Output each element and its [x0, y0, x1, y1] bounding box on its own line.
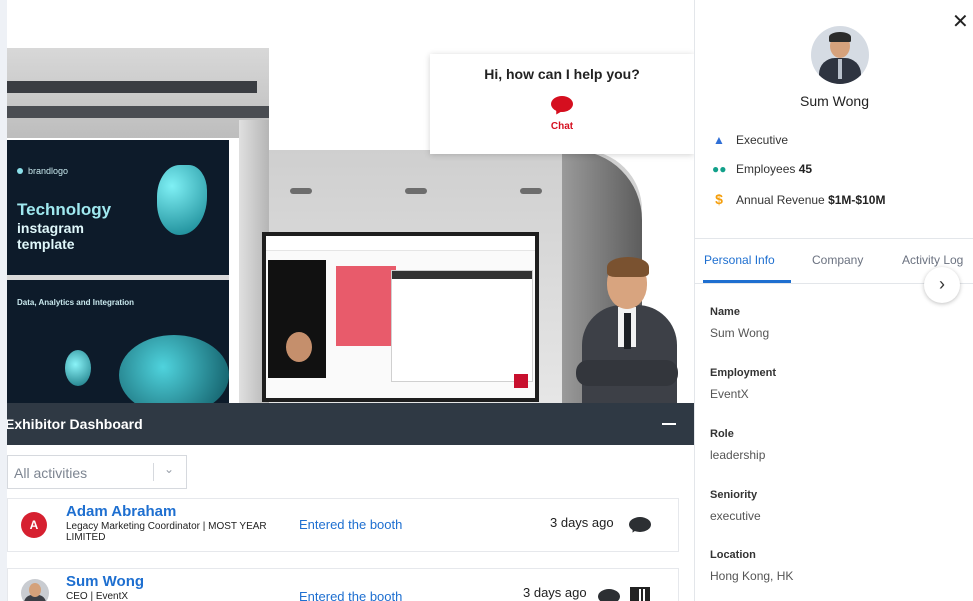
people-icon: ●● — [712, 162, 727, 176]
field-value: leadership — [710, 448, 766, 462]
poster-brand: brandlogo — [17, 166, 68, 176]
field-label: Role — [710, 428, 734, 440]
help-title: Hi, how can I help you? — [484, 66, 640, 82]
poster-subtitle: instagram template — [17, 220, 84, 252]
spotlight — [405, 188, 427, 194]
org-chart-icon: ▲ — [713, 133, 725, 147]
activity-row[interactable]: A Adam Abraham Legacy Marketing Coordina… — [7, 498, 679, 552]
exhibitor-dashboard-header: Exhibitor Dashboard — [7, 403, 694, 445]
dashboard-title: Exhibitor Dashboard — [7, 416, 143, 432]
booth-poster[interactable]: brandlogo Technology instagram template … — [7, 140, 229, 403]
avatar: A — [21, 512, 47, 538]
visitor-profile-panel: ✕ Sum Wong ▲ Executive ●● Employees 45 $ An… — [694, 0, 973, 601]
spotlight — [520, 188, 542, 194]
spotlight — [290, 188, 312, 194]
chat-link[interactable]: Chat — [430, 121, 694, 132]
poster-title: Technology — [17, 200, 112, 219]
avatar — [21, 579, 49, 601]
seniority-stat: ▲ Executive — [713, 133, 789, 147]
profile-name: Sum Wong — [800, 93, 869, 109]
tab-personal-info[interactable]: Personal Info — [704, 253, 775, 267]
chevron-right-icon[interactable]: › — [924, 267, 960, 303]
business-card-icon[interactable] — [630, 587, 650, 601]
activity-filter-select[interactable]: All activities ⌄ — [7, 455, 187, 489]
visitor-title: CEO | EventX — [66, 591, 129, 601]
chat-help-card[interactable]: Hi, how can I help you? Chat — [430, 54, 694, 154]
chat-icon[interactable] — [629, 517, 651, 535]
poster-tagline: Data, Analytics and Integration — [17, 298, 135, 307]
field-value: EventX — [710, 387, 749, 401]
visitor-name[interactable]: Sum Wong — [66, 573, 144, 590]
activity-time: 3 days ago — [550, 515, 614, 530]
booth-video-screen[interactable] — [262, 232, 539, 402]
activity-time: 3 days ago — [523, 585, 587, 600]
close-icon[interactable]: ✕ — [952, 12, 969, 32]
profile-avatar — [811, 26, 869, 84]
active-tab-indicator — [703, 280, 791, 283]
activity-action: Entered the booth — [299, 589, 403, 601]
visitor-name[interactable]: Adam Abraham — [66, 503, 176, 520]
dollar-icon: $ — [715, 191, 723, 207]
booth-roof — [7, 48, 269, 138]
field-label: Name — [710, 306, 740, 318]
revenue-stat: $ Annual Revenue $1M-$10M — [712, 191, 885, 207]
activity-row[interactable]: Sum Wong CEO | EventX Entered the booth … — [7, 568, 679, 601]
tab-activity-log[interactable]: Activity Log — [902, 253, 963, 267]
field-value: Sum Wong — [710, 326, 770, 340]
field-label: Location — [710, 549, 756, 561]
activity-action: Entered the booth — [299, 517, 403, 532]
visitor-title: Legacy Marketing Coordinator | MOST YEAR… — [66, 521, 267, 543]
field-label: Employment — [710, 367, 777, 379]
chevron-down-icon[interactable]: ⌄ — [164, 462, 174, 476]
field-value: executive — [710, 509, 761, 523]
field-label: Seniority — [710, 489, 758, 501]
tab-company[interactable]: Company — [812, 253, 863, 267]
chat-icon[interactable] — [598, 589, 620, 601]
booth-host-figure — [572, 255, 682, 403]
booth-stage: brandlogo Technology instagram template … — [7, 0, 694, 601]
chat-icon[interactable] — [551, 96, 573, 117]
filter-value: All activities — [14, 465, 88, 481]
field-value: Hong Kong, HK — [710, 569, 794, 583]
minus-icon[interactable] — [662, 415, 676, 431]
employees-stat: ●● Employees 45 — [712, 162, 813, 176]
